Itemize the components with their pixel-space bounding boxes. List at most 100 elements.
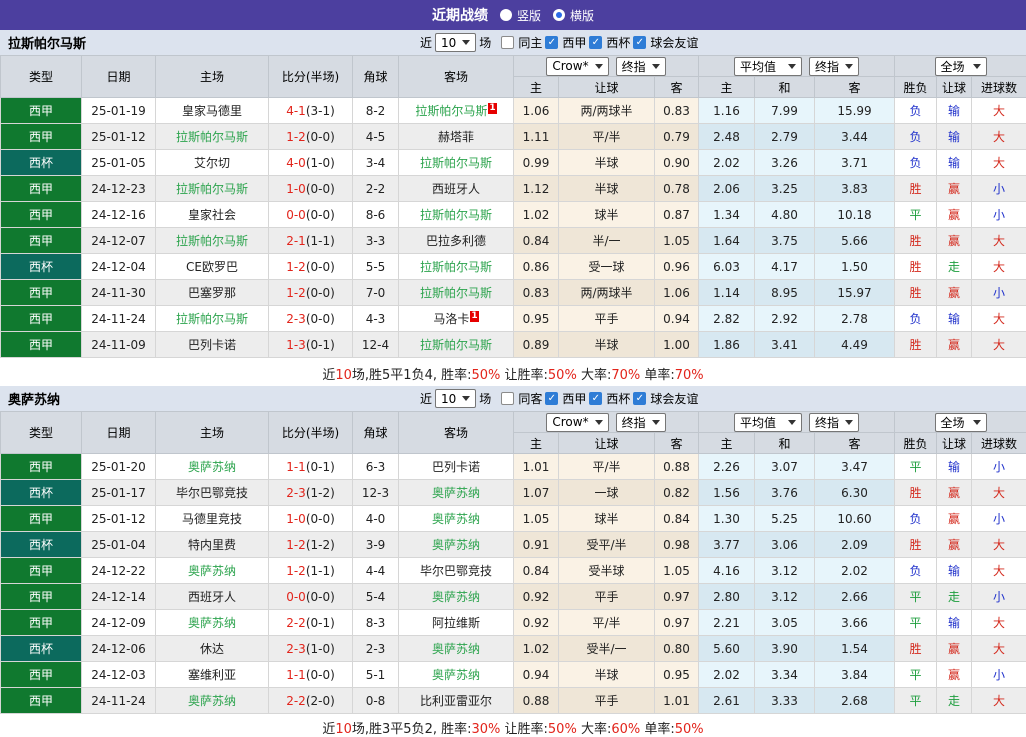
radio-icon-horizontal[interactable] [553,9,565,21]
team-name: 马洛卡 [433,312,469,326]
match-date-cell: 25-01-12 [82,124,156,150]
page-title: 近期战绩 [432,5,488,25]
chevron-down-icon [652,64,660,69]
team-name: 拉斯帕尔马斯 [176,182,248,196]
avg-draw-odds-cell: 3.12 [755,558,815,584]
checkbox-league-cup[interactable] [589,36,602,49]
radio-vertical-mode[interactable]: 竖版 [500,7,541,24]
corner-cell: 2-2 [353,176,399,202]
corner-cell: 5-1 [353,662,399,688]
average-select[interactable]: 平均值 [734,413,802,432]
avg-draw-odds-cell: 3.12 [755,584,815,610]
home-team-cell: 皇家马德里 [156,98,269,124]
result-goals-cell: 小 [972,454,1026,480]
liga-label: 西甲 [562,390,586,407]
match-date-cell: 25-01-12 [82,506,156,532]
avg-draw-odds-cell: 4.80 [755,202,815,228]
away-team-cell: 阿拉维斯 [399,610,514,636]
average-select[interactable]: 平均值 [734,57,802,76]
home-team-cell: 皇家社会 [156,202,269,228]
summary-segment: 大率: [577,368,612,383]
home-team-cell: 奥萨苏纳 [156,688,269,714]
home-team-cell: 特内里费 [156,532,269,558]
fulltime-score: 2-2 [286,616,306,630]
crow-home-odds-cell: 0.84 [514,228,559,254]
match-row: 西甲24-12-22奥萨苏纳1-2(1-1)4-4毕尔巴鄂竞技0.84受半球1.… [1,558,1026,584]
avg-home-odds-cell: 1.30 [699,506,755,532]
result-goals-cell: 大 [972,332,1026,358]
match-row: 西甲24-11-24奥萨苏纳2-2(2-0)0-8比利亚雷亚尔0.88平手1.0… [1,688,1026,714]
crow-home-odds-cell: 1.06 [514,98,559,124]
crow-home-odds-cell: 0.92 [514,584,559,610]
team-name: 拉斯帕尔马斯 [176,130,248,144]
match-row: 西甲25-01-12拉斯帕尔马斯1-2(0-0)4-5赫塔菲1.11平/半0.7… [1,124,1026,150]
checkbox-same-away[interactable] [501,392,514,405]
bookmaker-select[interactable]: Crow* [546,413,608,432]
red-card-badge: 1 [470,311,478,322]
team-name: 巴列卡诺 [188,338,236,352]
halftime-score: (2-0) [306,694,335,708]
games-label: 场 [479,390,491,407]
near-count-select[interactable]: 10 [435,389,476,408]
avg-odds-stage-select[interactable]: 终指 [809,413,859,432]
team-name: 奥萨苏纳 [432,486,480,500]
crow-handicap-cell: 球半 [559,202,655,228]
crow-home-odds-cell: 0.83 [514,280,559,306]
checkbox-league-liga[interactable] [545,36,558,49]
corner-cell: 5-4 [353,584,399,610]
crow-odds-stage-select[interactable]: 终指 [616,57,666,76]
result-handicap-cell: 输 [937,124,972,150]
red-card-badge: 1 [488,103,496,114]
result-goals-cell: 小 [972,176,1026,202]
radio-horizontal-mode[interactable]: 横版 [553,7,594,24]
avg-home-odds-cell: 2.06 [699,176,755,202]
corner-cell: 0-8 [353,688,399,714]
bookmaker-select[interactable]: Crow* [546,57,608,76]
col-result-goals: 进球数 [972,77,1026,98]
score-cell: 2-3(1-2) [269,480,353,506]
away-team-cell: 拉斯帕尔马斯 [399,280,514,306]
radio-icon-vertical[interactable] [500,9,512,21]
avg-odds-stage-select[interactable]: 终指 [809,57,859,76]
avg-home-odds-cell: 2.26 [699,454,755,480]
near-count-select[interactable]: 10 [435,33,476,52]
col-result-wdl: 胜负 [895,433,937,454]
away-team-cell: 奥萨苏纳 [399,532,514,558]
summary-segment: 50% [548,722,577,737]
corner-cell: 5-5 [353,254,399,280]
summary-segment: 60% [611,722,640,737]
crow-away-odds-cell: 0.96 [655,254,699,280]
checkbox-league-liga[interactable] [545,392,558,405]
halftime-score: (0-0) [306,668,335,682]
away-team-cell: 巴拉多利德 [399,228,514,254]
fulltime-select[interactable]: 全场 [935,413,987,432]
checkbox-league-friendly[interactable] [633,36,646,49]
crow-odds-stage-select[interactable]: 终指 [616,413,666,432]
fulltime-select[interactable]: 全场 [935,57,987,76]
crow-group-header: Crow* 终指 [514,56,699,77]
crow-handicap-cell: 一球 [559,480,655,506]
team-name: 毕尔巴鄂竞技 [420,564,492,578]
crow-away-odds-cell: 0.80 [655,636,699,662]
avg-home-odds-cell: 2.02 [699,150,755,176]
summary-line: 近10场,胜5平1负4, 胜率:50% 让胜率:50% 大率:70% 单率:70… [0,358,1026,386]
avg-draw-odds-cell: 3.75 [755,228,815,254]
checkbox-league-cup[interactable] [589,392,602,405]
chevron-down-icon [788,64,796,69]
league-type-badge: 西甲 [1,506,82,532]
score-cell: 1-0(0-0) [269,506,353,532]
crow-handicap-cell: 受平/半 [559,532,655,558]
result-goals-cell: 大 [972,558,1026,584]
result-goals-cell: 大 [972,480,1026,506]
result-handicap-cell: 赢 [937,228,972,254]
fulltime-score: 1-0 [286,182,306,196]
team-name: 拉斯帕尔马斯 [176,312,248,326]
halftime-score: (0-0) [306,512,335,526]
team-name: 拉斯帕尔马斯 [420,260,492,274]
checkbox-same-home[interactable] [501,36,514,49]
col-crow-home: 主 [514,433,559,454]
score-cell: 1-2(1-2) [269,532,353,558]
checkbox-league-friendly[interactable] [633,392,646,405]
avg-draw-odds-cell: 3.33 [755,688,815,714]
chevron-down-icon [845,64,853,69]
